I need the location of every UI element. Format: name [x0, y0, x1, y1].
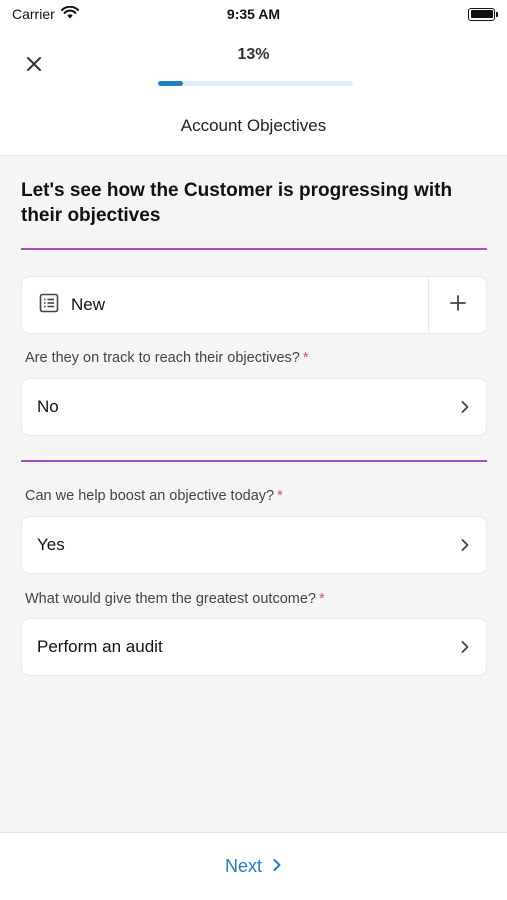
status-bar: Carrier 9:35 AM — [0, 0, 507, 28]
carrier-label: Carrier — [12, 6, 55, 22]
next-button[interactable]: Next — [225, 856, 282, 877]
footer: Next — [0, 832, 507, 900]
list-icon — [39, 293, 59, 318]
select-value: No — [37, 397, 59, 416]
new-record-card: New — [21, 276, 487, 334]
page-title: Account Objectives — [180, 116, 327, 135]
chevron-right-icon — [444, 517, 486, 573]
select-outcome[interactable]: Perform an audit — [21, 618, 487, 676]
field-label-text: Are they on track to reach their objecti… — [25, 350, 300, 366]
field-label-on-track: Are they on track to reach their objecti… — [25, 350, 309, 366]
new-record-label: New — [71, 295, 106, 314]
battery-icon — [468, 7, 498, 21]
section-divider — [21, 248, 487, 250]
screen: Carrier 9:35 AM 13% Account Objectives L… — [0, 0, 507, 900]
select-on-track[interactable]: No — [21, 378, 487, 436]
new-record-button[interactable]: New — [22, 277, 428, 333]
header: 13% Account Objectives — [0, 28, 507, 156]
status-right — [468, 7, 498, 21]
status-left: Carrier — [12, 5, 79, 22]
field-label-boost: Can we help boost an objective today? * — [25, 488, 283, 504]
field-label-text: What would give them the greatest outcom… — [25, 591, 316, 607]
progress-bar — [158, 81, 353, 86]
field-label-text: Can we help boost an objective today? — [25, 488, 275, 504]
field-label-outcome: What would give them the greatest outcom… — [25, 591, 325, 607]
plus-icon — [449, 294, 466, 316]
required-marker: * — [318, 591, 325, 607]
next-label: Next — [224, 856, 262, 876]
chevron-right-icon — [444, 379, 486, 435]
select-value: Yes — [37, 535, 65, 554]
section-divider — [21, 460, 487, 462]
wifi-icon — [60, 5, 79, 22]
add-button[interactable] — [428, 277, 486, 333]
required-marker: * — [277, 488, 283, 504]
progress-bar-fill — [158, 81, 184, 86]
question-heading: Let's see how the Customer is progressin… — [21, 180, 453, 226]
select-boost[interactable]: Yes — [21, 516, 487, 574]
required-marker: * — [302, 350, 309, 366]
select-value: Perform an audit — [37, 637, 163, 656]
battery-level — [470, 10, 493, 18]
chevron-right-icon — [272, 856, 282, 877]
chevron-right-icon — [444, 619, 486, 675]
progress-percentage: 13% — [237, 46, 270, 63]
